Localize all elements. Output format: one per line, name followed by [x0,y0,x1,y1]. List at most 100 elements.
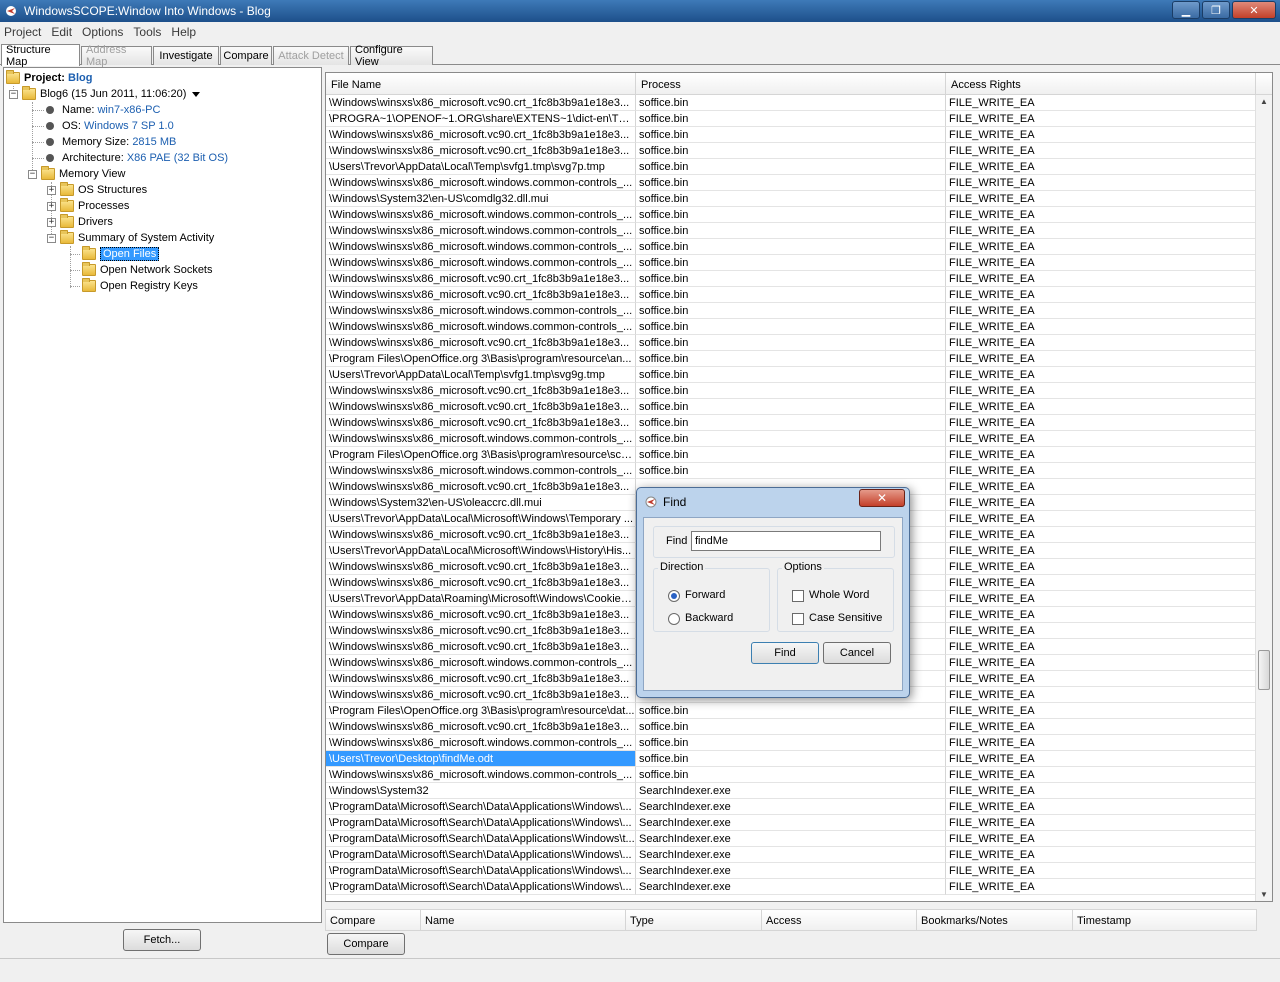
scroll-down-arrow-icon[interactable]: ▼ [1260,890,1268,899]
menu-options[interactable]: Options [81,25,124,39]
table-row[interactable]: \ProgramData\Microsoft\Search\Data\Appli… [326,879,1256,895]
cell-access-rights: FILE_WRITE_EA [946,431,1256,447]
cell-file-name: \Users\Trevor\AppData\Local\Microsoft\Wi… [326,543,636,559]
table-row[interactable]: \Windows\winsxs\x86_microsoft.vc90.crt_1… [326,415,1256,431]
table-row[interactable]: \Users\Trevor\Desktop\findMe.odt soffice.… [326,751,1256,767]
table-row[interactable]: \Windows\System32 SearchIndexer.exe FILE_W… [326,783,1256,799]
collapse-icon[interactable]: − [9,89,18,99]
compare-col-name[interactable]: Name [421,910,626,930]
compare-col-compare[interactable]: Compare [326,910,421,930]
table-row[interactable]: \ProgramData\Microsoft\Search\Data\Appli… [326,863,1256,879]
table-row[interactable]: \Windows\System32\en-US\comdlg32.dll.mui… [326,191,1256,207]
table-row[interactable]: \Windows\winsxs\x86_microsoft.vc90.crt_1… [326,399,1256,415]
menu-tools[interactable]: Tools [132,25,162,39]
table-row[interactable]: \Windows\winsxs\x86_microsoft.vc90.crt_1… [326,143,1256,159]
menu-help[interactable]: Help [170,25,197,39]
dropdown-arrow-icon[interactable] [192,88,201,100]
table-row[interactable]: \Windows\winsxs\x86_microsoft.vc90.crt_1… [326,95,1256,111]
compare-col-bookmarks[interactable]: Bookmarks/Notes [917,910,1073,930]
tree-drivers[interactable]: + Drivers [47,214,113,230]
table-row[interactable]: \ProgramData\Microsoft\Search\Data\Appli… [326,799,1256,815]
tree-open-files[interactable]: Open Files [82,246,160,262]
find-button[interactable]: Find [751,642,819,664]
column-access-rights[interactable]: Access Rights [946,73,1256,95]
table-row[interactable]: \Windows\winsxs\x86_microsoft.windows.co… [326,223,1256,239]
table-row[interactable]: \Program Files\OpenOffice.org 3\Basis\pr… [326,351,1256,367]
table-row[interactable]: \Windows\winsxs\x86_microsoft.windows.co… [326,431,1256,447]
bullet-icon [46,122,54,130]
whole-word-checkbox[interactable] [792,590,804,602]
menu-edit[interactable]: Edit [50,25,73,39]
table-row[interactable]: \Windows\winsxs\x86_microsoft.windows.co… [326,175,1256,191]
column-file-name[interactable]: File Name [326,73,636,95]
fetch-button[interactable]: Fetch... [123,929,201,951]
tab-structure-map[interactable]: Structure Map [1,44,80,68]
vertical-scrollbar[interactable]: ▲ ▼ [1255,95,1272,901]
compare-col-access[interactable]: Access [762,910,917,930]
scrollbar-thumb[interactable] [1258,650,1270,690]
case-sensitive-checkbox[interactable] [792,613,804,625]
tree-snapshot[interactable]: − Blog6 (15 Jun 2011, 11:06:20) [9,86,201,102]
table-row[interactable]: \Windows\winsxs\x86_microsoft.windows.co… [326,735,1256,751]
tree-processes[interactable]: + Processes [47,198,129,214]
table-row[interactable]: \Windows\winsxs\x86_microsoft.windows.co… [326,303,1256,319]
compare-col-type[interactable]: Type [626,910,762,930]
expand-icon[interactable]: + [47,201,56,211]
forward-radio[interactable] [668,590,680,602]
forward-label[interactable]: Forward [685,589,725,601]
table-row[interactable]: \Windows\winsxs\x86_microsoft.vc90.crt_1… [326,287,1256,303]
table-row[interactable]: \Windows\winsxs\x86_microsoft.vc90.crt_1… [326,383,1256,399]
table-row[interactable]: \Users\Trevor\AppData\Local\Temp\svfg1.t… [326,159,1256,175]
scroll-up-arrow-icon[interactable]: ▲ [1260,97,1268,106]
expand-icon[interactable]: + [47,217,56,227]
tab-compare[interactable]: Compare [220,46,272,65]
table-row[interactable]: \Windows\winsxs\x86_microsoft.vc90.crt_1… [326,719,1256,735]
table-row[interactable]: \Windows\winsxs\x86_microsoft.windows.co… [326,319,1256,335]
backward-label[interactable]: Backward [685,612,733,624]
table-row[interactable]: \Program Files\OpenOffice.org 3\Basis\pr… [326,703,1256,719]
compare-button[interactable]: Compare [327,933,405,955]
column-process[interactable]: Process [636,73,946,95]
close-button[interactable]: ✕ [1232,1,1276,19]
collapse-icon[interactable]: − [28,169,37,179]
table-row[interactable]: \Windows\winsxs\x86_microsoft.vc90.crt_1… [326,127,1256,143]
menu-project[interactable]: Project [3,25,42,39]
whole-word-label[interactable]: Whole Word [809,589,869,601]
dialog-close-button[interactable]: ✕ [859,489,905,507]
backward-radio[interactable] [668,613,680,625]
table-row[interactable]: \Users\Trevor\AppData\Local\Temp\svfg1.t… [326,367,1256,383]
tree-summary-activity[interactable]: − Summary of System Activity [47,230,214,246]
tree-open-registry[interactable]: Open Registry Keys [82,278,198,294]
tab-investigate[interactable]: Investigate [153,46,219,65]
tree-open-sockets[interactable]: Open Network Sockets [82,262,213,278]
expand-icon[interactable]: + [47,185,56,195]
tree-project[interactable]: Project: Blog [6,70,92,86]
direction-groupbox: Direction Forward Backward [653,561,770,632]
table-row[interactable]: \Windows\winsxs\x86_microsoft.windows.co… [326,207,1256,223]
table-row[interactable]: \PROGRA~1\OPENOF~1.ORG\share\EXTENS~1\di… [326,111,1256,127]
cell-access-rights: FILE_WRITE_EA [946,223,1256,239]
table-row[interactable]: \Windows\winsxs\x86_microsoft.windows.co… [326,255,1256,271]
table-row[interactable]: \Windows\winsxs\x86_microsoft.vc90.crt_1… [326,271,1256,287]
collapse-icon[interactable]: − [47,233,56,243]
maximize-button[interactable]: ❐ [1202,1,1230,19]
table-row[interactable]: \Windows\winsxs\x86_microsoft.windows.co… [326,463,1256,479]
case-sensitive-label[interactable]: Case Sensitive [809,612,882,624]
table-row[interactable]: \ProgramData\Microsoft\Search\Data\Appli… [326,815,1256,831]
cancel-button[interactable]: Cancel [823,642,891,664]
folder-icon [82,246,96,260]
tree-os-structures[interactable]: + OS Structures [47,182,147,198]
minimize-button[interactable]: ▁ [1172,1,1200,19]
tab-configure-view[interactable]: Configure View [350,44,433,68]
cell-access-rights: FILE_WRITE_EA [946,655,1256,671]
table-row[interactable]: \Windows\winsxs\x86_microsoft.vc90.crt_1… [326,335,1256,351]
find-input[interactable]: findMe [691,531,881,551]
table-row[interactable]: \Windows\winsxs\x86_microsoft.windows.co… [326,767,1256,783]
table-row[interactable]: \Windows\winsxs\x86_microsoft.windows.co… [326,239,1256,255]
table-row[interactable]: \ProgramData\Microsoft\Search\Data\Appli… [326,847,1256,863]
tree-memory-view[interactable]: − Memory View [28,166,125,182]
table-row[interactable]: \Program Files\OpenOffice.org 3\Basis\pr… [326,447,1256,463]
compare-col-timestamp[interactable]: Timestamp [1073,910,1256,930]
cell-file-name: \Windows\winsxs\x86_microsoft.vc90.crt_1… [326,383,636,399]
table-row[interactable]: \ProgramData\Microsoft\Search\Data\Appli… [326,831,1256,847]
